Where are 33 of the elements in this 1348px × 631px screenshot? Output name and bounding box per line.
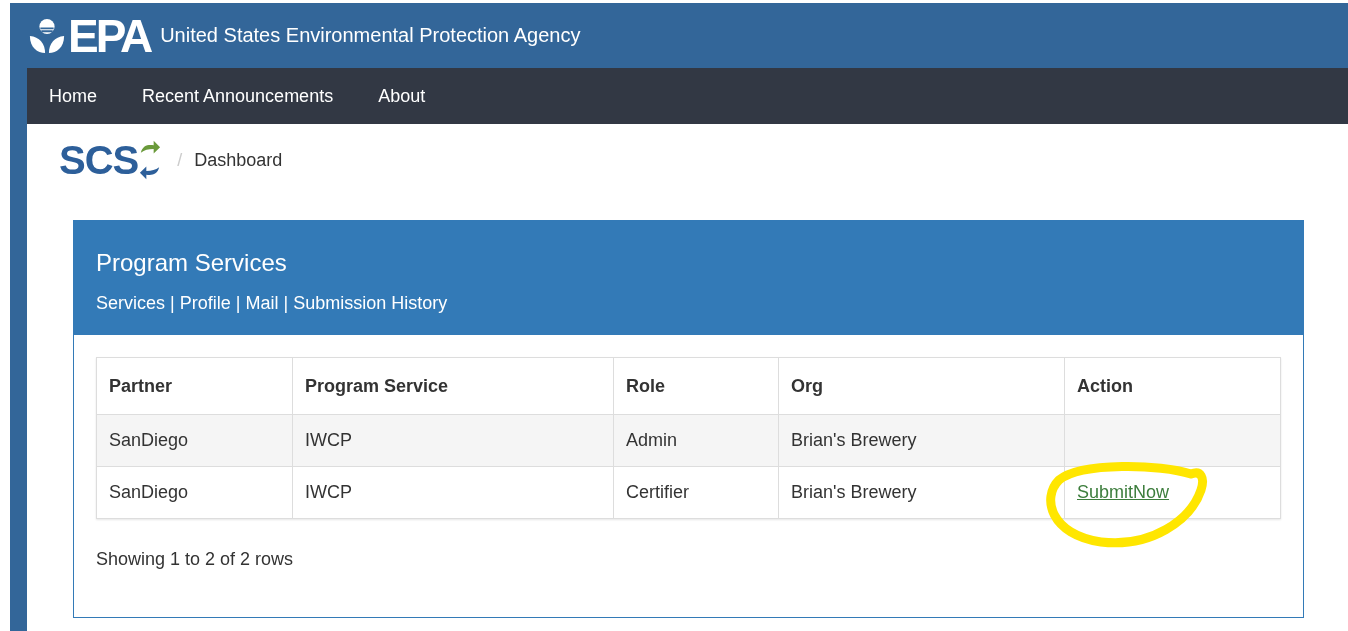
table-cell: IWCP [292,414,614,467]
agency-name: United States Environmental Protection Agency [160,24,581,47]
table-cell: Certifier [613,466,779,519]
panel-title: Program Services [96,249,288,277]
column-header: Role [613,357,779,415]
column-header: Program Service [292,357,614,415]
flower-icon [28,16,66,55]
arrows-icon [139,139,162,181]
link-separator: | [283,293,289,314]
link-separator: | [170,293,175,314]
panel-link[interactable]: Submission History [293,293,448,314]
panel-link[interactable]: Services [96,293,166,314]
nav-link[interactable]: Home [49,85,97,107]
breadcrumb-item: Dashboard [194,149,283,171]
panel-link[interactable]: Profile [179,293,231,314]
nav-link[interactable]: About [378,85,426,107]
table-cell: IWCP [292,466,614,519]
column-header: Org [778,357,1065,415]
table-cell: Brian's Brewery [778,414,1065,467]
breadcrumb-separator: / [177,149,183,171]
table-cell: Admin [613,414,779,467]
table-cell: SanDiego [96,414,293,467]
panel-link[interactable]: Mail [245,293,279,314]
app-logo-text: SCS [59,137,139,183]
table-cell: Brian's Brewery [778,466,1065,519]
link-separator: | [235,293,241,314]
submit-link[interactable]: SubmitNow [1077,482,1170,502]
table-cell: SanDiego [96,466,293,519]
agency-logo-text: EPA [68,12,151,59]
nav-link[interactable]: Recent Announcements [142,85,334,107]
column-header: Partner [96,357,293,415]
column-header: Action [1064,357,1281,415]
row-count-text: Showing 1 to 2 of 2 rows [96,549,295,570]
